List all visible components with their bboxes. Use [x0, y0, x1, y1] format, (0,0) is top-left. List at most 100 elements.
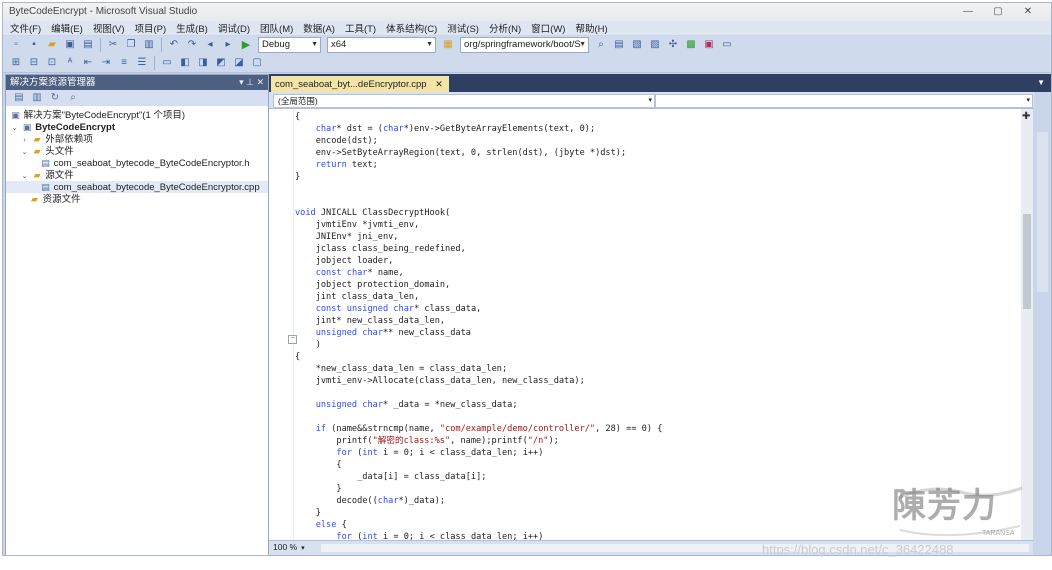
tab-side-tool[interactable] [1037, 132, 1048, 292]
previous-bookmark-folder-icon[interactable]: ◩ [214, 56, 228, 70]
code-line: jobject protection_domain, [295, 279, 1021, 291]
minimize-button[interactable]: — [953, 3, 983, 21]
quick-info-icon[interactable]: ⊡ [45, 56, 59, 70]
toggle-bookmark-icon[interactable]: ▭ [160, 56, 174, 70]
solution-node[interactable]: ▣ 解决方案"ByteCodeEncrypt"(1 个项目) [6, 109, 268, 121]
view-class-diagram-icon[interactable]: ⌕ [66, 91, 80, 105]
menu-build[interactable]: 生成(B) [171, 21, 213, 35]
code-keyword: char [377, 496, 399, 506]
indent-icon[interactable]: ⇥ [99, 56, 113, 70]
code-line: unsigned char** new_class_data [295, 327, 1021, 339]
refresh-icon[interactable]: ↻ [48, 91, 62, 105]
solution-tree: ▣ 解决方案"ByteCodeEncrypt"(1 个项目) ⌄ ▣ ByteC… [6, 106, 268, 205]
project-node[interactable]: ⌄ ▣ ByteCodeEncrypt [6, 121, 268, 133]
next-bookmark-folder-icon[interactable]: ◪ [232, 56, 246, 70]
parameter-info-icon[interactable]: ⊟ [27, 56, 41, 70]
panel-controls[interactable]: ▾ ⊥ ✕ [239, 75, 264, 90]
side-tool-strip [1034, 92, 1051, 540]
menu-help[interactable]: 帮助(H) [570, 21, 612, 35]
code-keyword: return [315, 160, 347, 170]
menu-file[interactable]: 文件(F) [5, 21, 46, 35]
menu-data[interactable]: 数据(A) [298, 21, 340, 35]
next-bookmark-icon[interactable]: ◨ [196, 56, 210, 70]
code-text: ); [548, 436, 559, 446]
menu-team[interactable]: 团队(M) [255, 21, 298, 35]
paste-icon[interactable]: ▥ [142, 38, 156, 52]
properties-icon[interactable]: ▧ [630, 38, 644, 52]
tree-item-cpp-file[interactable]: ▤ com_seaboat_bytecode_ByteCodeEncryptor… [6, 181, 268, 193]
tree-item-header-files[interactable]: ⌄ ▰ 头文件 [6, 145, 268, 157]
comment-out-icon[interactable]: ≡ [117, 56, 131, 70]
zoom-select[interactable]: 100 % ▾ [273, 542, 305, 552]
chevron-down-icon[interactable]: ▼ [1037, 78, 1045, 87]
scrollbar-thumb[interactable] [1023, 214, 1031, 309]
menu-project[interactable]: 项目(P) [129, 21, 171, 35]
tree-item-label: 资源文件 [42, 194, 81, 205]
outdent-icon[interactable]: ⇤ [81, 56, 95, 70]
copy-icon[interactable]: ❐ [124, 38, 138, 52]
tree-item-external-dependencies[interactable]: › ▰ 外部依赖项 [6, 133, 268, 145]
properties-icon[interactable]: ▤ [12, 91, 26, 105]
code-line: *new_class_data_len = class_data_len; [295, 363, 1021, 375]
navigate-forward-icon[interactable]: ▸ [221, 38, 235, 52]
toolbox-icon[interactable]: ✣ [666, 38, 680, 52]
add-item-icon[interactable]: ▪ [27, 38, 41, 52]
redo-icon[interactable]: ↷ [185, 38, 199, 52]
code-text: decode(( [295, 496, 378, 506]
new-project-icon[interactable]: ▫ [9, 38, 23, 52]
navigate-back-icon[interactable]: ◂ [203, 38, 217, 52]
code-keyword: for [336, 448, 352, 458]
solution-platform-select[interactable]: x64 ▼ [327, 37, 436, 53]
complete-word-icon[interactable]: ᴬ [63, 56, 77, 70]
start-page-icon[interactable]: ▩ [684, 38, 698, 52]
show-all-files-icon[interactable]: ▥ [30, 91, 44, 105]
code-editor[interactable]: − { char* dst = (char*)env->GetByteArray… [269, 109, 1021, 540]
menu-edit[interactable]: 编辑(E) [46, 21, 88, 35]
command-window-icon[interactable]: ▭ [720, 38, 734, 52]
code-text: } [295, 508, 321, 518]
scope-select[interactable]: (全局范围) ▾ [273, 94, 655, 108]
menu-architecture[interactable]: 体系结构(C) [381, 21, 442, 35]
object-browser-icon[interactable]: ▨ [648, 38, 662, 52]
split-icon[interactable]: ✚ [1022, 111, 1030, 122]
save-all-icon[interactable]: ▤ [81, 38, 95, 52]
code-text: jvmtiEnv *jvmti_env, [295, 220, 420, 230]
clear-bookmarks-icon[interactable]: ▢ [250, 56, 264, 70]
solution-explorer-icon[interactable]: ▤ [612, 38, 626, 52]
vertical-scrollbar[interactable]: ✚ [1021, 109, 1033, 540]
tree-item-header-file[interactable]: ▤ com_seaboat_bytecode_ByteCodeEncryptor… [6, 157, 268, 169]
close-icon[interactable]: ✕ [435, 79, 443, 89]
code-line: ) [295, 339, 1021, 351]
maximize-button[interactable]: ▢ [983, 3, 1013, 21]
code-line: if (name&&strncmp(name, "com/example/dem… [295, 423, 1021, 435]
tab-cpp-file[interactable]: com_seaboat_byt...deEncryptor.cpp ✕ [271, 76, 449, 92]
find-icon[interactable]: ⌕ [594, 38, 608, 52]
start-debugging-icon[interactable]: ▶ [239, 38, 253, 52]
menu-debug[interactable]: 调试(D) [213, 21, 255, 35]
tree-item-resource-files[interactable]: ▰ 资源文件 [6, 193, 268, 205]
code-keyword: const [315, 268, 342, 278]
list-members-icon[interactable]: ⊞ [9, 56, 23, 70]
extension-manager-icon[interactable]: ▣ [702, 38, 716, 52]
open-file-icon[interactable]: ▰ [45, 38, 59, 52]
chevron-down-icon: ▼ [311, 41, 318, 48]
menu-view[interactable]: 视图(V) [88, 21, 130, 35]
find-combo[interactable]: org/springframework/boot/S ▼ [460, 37, 589, 53]
code-line: const unsigned char* class_data, [295, 303, 1021, 315]
tree-item-source-files[interactable]: ⌄ ▰ 源文件 [6, 169, 268, 181]
undo-icon[interactable]: ↶ [167, 38, 181, 52]
menu-tools[interactable]: 工具(T) [340, 21, 381, 35]
close-button[interactable]: ✕ [1013, 3, 1043, 21]
uncomment-icon[interactable]: ☰ [135, 56, 149, 70]
solution-configuration-select[interactable]: Debug ▼ [258, 37, 321, 53]
menu-window[interactable]: 窗口(W) [526, 21, 570, 35]
cut-icon[interactable]: ✂ [106, 38, 120, 52]
code-line: { [295, 351, 1021, 363]
member-select[interactable]: ▾ [655, 94, 1033, 108]
save-icon[interactable]: ▣ [63, 38, 77, 52]
menu-test[interactable]: 测试(S) [442, 21, 484, 35]
menu-analyze[interactable]: 分析(N) [484, 21, 526, 35]
code-text: ( [351, 448, 363, 458]
previous-bookmark-icon[interactable]: ◧ [178, 56, 192, 70]
find-in-files-icon[interactable]: ▦ [441, 38, 455, 52]
